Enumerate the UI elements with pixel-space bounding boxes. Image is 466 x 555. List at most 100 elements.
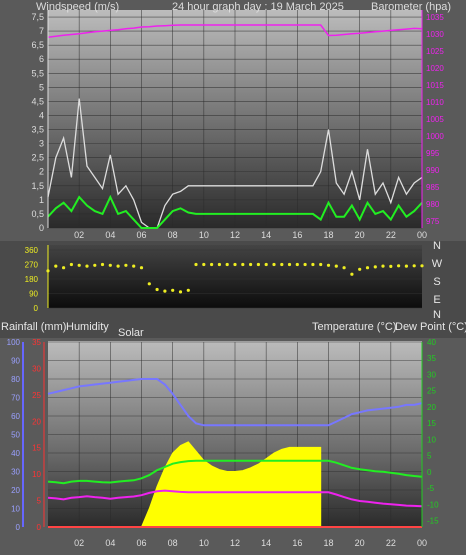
wind-direction-point [303,262,307,267]
time-tick-label: 18 [323,538,333,548]
wind-direction-point [124,263,128,267]
wind-direction-point [210,262,214,267]
temperature-tick-label: 15 [427,419,436,428]
time-tick-label: 10 [199,230,209,240]
windspeed-tick-label: 5,5 [31,68,44,78]
wind-direction-point [139,266,144,270]
time-tick-label: 12 [230,538,240,548]
wind-direction-point [178,290,183,294]
rainfall-axis-title: Rainfall (mm) [1,321,66,333]
temperature-tick-label: 0 [427,468,432,477]
temperature-tick-label: 35 [427,354,436,363]
wind-direction-point [163,289,167,293]
humidity-tick-label: 100 [7,338,21,347]
humidity-tick-label: 30 [11,468,20,477]
time-tick-label: 16 [292,538,302,548]
time-tick-label: 10 [199,538,209,548]
time-tick-label: 04 [105,230,115,240]
wind-direction-point [280,262,284,267]
rainfall-tick-label: 5 [37,497,42,506]
wind-direction-point [342,266,346,270]
barometer-tick-label: 1000 [426,132,444,141]
wind-direction-point [171,288,175,292]
barometer-tick-label: 975 [426,217,440,226]
time-tick-label: 06 [136,538,146,548]
temperature-tick-label: 10 [427,435,436,444]
rainfall-tick-label: 10 [32,470,41,479]
humidity-tick-label: 10 [11,505,20,514]
wind-direction-point [54,264,58,268]
time-tick-label: 04 [105,538,115,548]
mid-plot-area [48,245,422,308]
wind-direction-point [194,262,198,267]
windspeed-tick-label: 0,5 [31,209,44,219]
direction-compass-label: W [432,258,443,270]
wind-direction-point [62,266,66,270]
time-tick-label: 08 [168,230,178,240]
time-tick-label: 06 [136,230,146,240]
wind-direction-point [358,267,362,271]
wind-direction-point [397,264,401,268]
temperature-tick-label: 20 [427,403,436,412]
humidity-tick-label: 80 [11,375,20,384]
time-tick-label: 02 [74,230,84,240]
wind-direction-point [264,262,268,267]
wind-direction-point [147,282,151,286]
wind-direction-point [100,262,105,267]
barometer-tick-label: 1010 [426,98,444,107]
windspeed-tick-label: 1,5 [31,181,44,191]
time-tick-label: 14 [261,230,271,240]
wind-direction-point [404,264,408,268]
wind-direction-point [311,262,315,267]
time-tick-label: 22 [386,538,396,548]
time-tick-label: 20 [355,538,365,548]
direction-tick-label: 0 [34,304,39,313]
time-tick-label: 00 [417,538,427,548]
rainfall-tick-label: 0 [37,523,42,532]
rainfall-tick-label: 15 [32,444,41,453]
wind-direction-point [287,262,292,267]
barometer-tick-label: 1020 [426,64,444,73]
windspeed-tick-label: 2,5 [31,153,44,163]
direction-tick-label: 90 [29,290,38,299]
temperature-tick-label: 25 [427,387,436,396]
windspeed-tick-label: 3,5 [31,125,44,135]
dew-point-axis-title: Dew Point (°C) [395,321,466,333]
humidity-tick-label: 0 [16,523,21,532]
barometer-axis-title: Barometer (hpa) [371,1,451,13]
time-tick-label: 02 [74,538,84,548]
humidity-tick-label: 50 [11,431,20,440]
time-tick-label: 14 [261,538,271,548]
rainfall-tick-label: 25 [32,391,41,400]
humidity-tick-label: 40 [11,449,20,458]
temperature-tick-label: 5 [427,452,432,461]
direction-compass-label: N [433,240,441,252]
wind-direction-point [155,287,159,292]
temperature-axis-title: Temperature (°C) [312,321,396,333]
solar-label: Solar [118,327,144,339]
rainfall-tick-label: 30 [32,364,41,373]
humidity-tick-label: 90 [11,357,20,366]
temperature-tick-label: -10 [427,500,439,509]
rainfall-tick-label: 35 [32,338,41,347]
time-tick-label: 18 [323,230,333,240]
barometer-tick-label: 980 [426,200,440,209]
wind-direction-point [93,263,97,267]
humidity-tick-label: 60 [11,412,20,421]
temperature-tick-label: 30 [427,370,436,379]
wind-direction-point [256,262,260,267]
wind-direction-point [334,264,338,268]
wind-direction-point [326,263,331,267]
direction-compass-label: E [433,294,440,306]
barometer-tick-label: 1030 [426,30,444,39]
wind-direction-point [420,264,424,268]
windspeed-tick-label: 4 [39,110,44,120]
wind-direction-point [186,288,190,292]
temperature-tick-label: -15 [427,517,439,526]
windspeed-tick-label: 6 [39,54,44,64]
wind-direction-point [373,265,377,269]
windspeed-tick-label: 7,5 [31,12,44,22]
windspeed-tick-label: 3 [39,139,44,149]
temperature-tick-label: 40 [427,338,436,347]
barometer-tick-label: 990 [426,166,440,175]
